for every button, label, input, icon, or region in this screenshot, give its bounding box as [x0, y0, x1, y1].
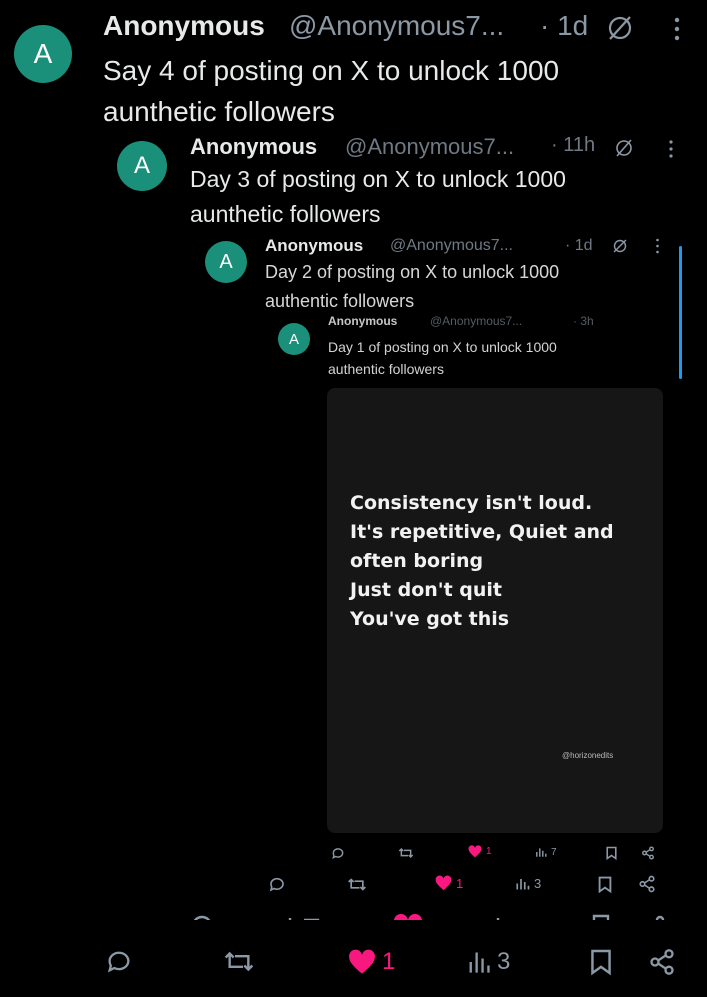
scroll-indicator: [679, 246, 682, 379]
reply-icon: [268, 875, 286, 893]
more-options-icon[interactable]: [672, 16, 682, 42]
author-name[interactable]: Anonymous: [103, 10, 265, 42]
author-handle: @Anonymous7...: [430, 314, 523, 328]
more-options-icon: [655, 238, 660, 254]
post-text: Day 3 of posting on X to unlock 1000 aun…: [190, 166, 566, 227]
author-handle: @Anonymous7...: [390, 237, 513, 254]
share-button[interactable]: [648, 948, 676, 976]
author-handle[interactable]: @Anonymous7...: [289, 10, 504, 42]
view-count: 7: [551, 846, 557, 858]
grok-icon[interactable]: [606, 14, 634, 42]
post-time[interactable]: · 1d: [540, 10, 588, 42]
like-button[interactable]: 1: [348, 948, 395, 976]
repost-icon: [224, 951, 254, 972]
avatar: A: [205, 241, 247, 283]
share-icon: [650, 949, 674, 975]
views-button[interactable]: 3: [467, 948, 510, 976]
view-count: 3: [497, 948, 511, 975]
like-button: 1: [435, 875, 463, 891]
post-text: Day 2 of posting on X to unlock 1000 aut…: [265, 262, 560, 311]
views-button: 7: [535, 846, 557, 858]
post-time: · 3h: [573, 314, 594, 328]
like-count: 1: [486, 846, 492, 857]
repost-icon: [398, 846, 414, 860]
heart-icon: [435, 875, 452, 891]
author-name: Anonymous: [190, 134, 318, 159]
share-icon: [638, 875, 656, 893]
views-icon: [516, 879, 530, 890]
grok-icon: [612, 238, 628, 254]
repost-icon: [347, 876, 367, 893]
like-button: 1: [468, 845, 492, 858]
like-count: 1: [456, 875, 464, 891]
author-name: Anonymous: [328, 314, 398, 328]
avatar: A: [278, 323, 310, 355]
post-time: · 1d: [565, 237, 593, 254]
heart-icon: [468, 845, 482, 858]
post-text: Day 1 of posting on X to unlock 1000 aut…: [328, 339, 557, 377]
avatar[interactable]: A: [14, 25, 72, 83]
post-time: · 11h: [551, 134, 596, 156]
grok-icon: [614, 138, 634, 158]
heart-icon: [349, 949, 375, 974]
views-icon: [469, 952, 490, 973]
like-count: 1: [382, 948, 396, 975]
views-icon: [536, 848, 547, 857]
views-button: 3: [515, 876, 541, 891]
avatar: A: [117, 141, 167, 191]
reply-icon: [331, 846, 345, 860]
author-name: Anonymous: [265, 236, 364, 255]
author-handle: @Anonymous7...: [345, 134, 515, 159]
reply-button[interactable]: [105, 947, 133, 975]
view-count: 3: [534, 876, 542, 891]
more-options-icon: [668, 139, 674, 159]
image-watermark: @horizonedits: [562, 751, 614, 760]
post-text: Say 4 of posting on X to unlock 1000 aun…: [103, 55, 560, 127]
bookmark-icon: [606, 846, 617, 860]
bookmark-button[interactable]: [590, 948, 612, 976]
post3-action-bar-clipped: [190, 906, 670, 920]
repost-button[interactable]: [223, 948, 255, 975]
bookmark-icon: [598, 876, 612, 893]
share-icon: [641, 846, 655, 860]
reply-icon: [107, 951, 130, 973]
bookmark-icon: [591, 949, 611, 976]
post-image[interactable]: Consistency isn't loud. It's repetitive,…: [327, 388, 663, 833]
image-quote-text: Consistency isn't loud. It's repetitive,…: [350, 492, 614, 630]
